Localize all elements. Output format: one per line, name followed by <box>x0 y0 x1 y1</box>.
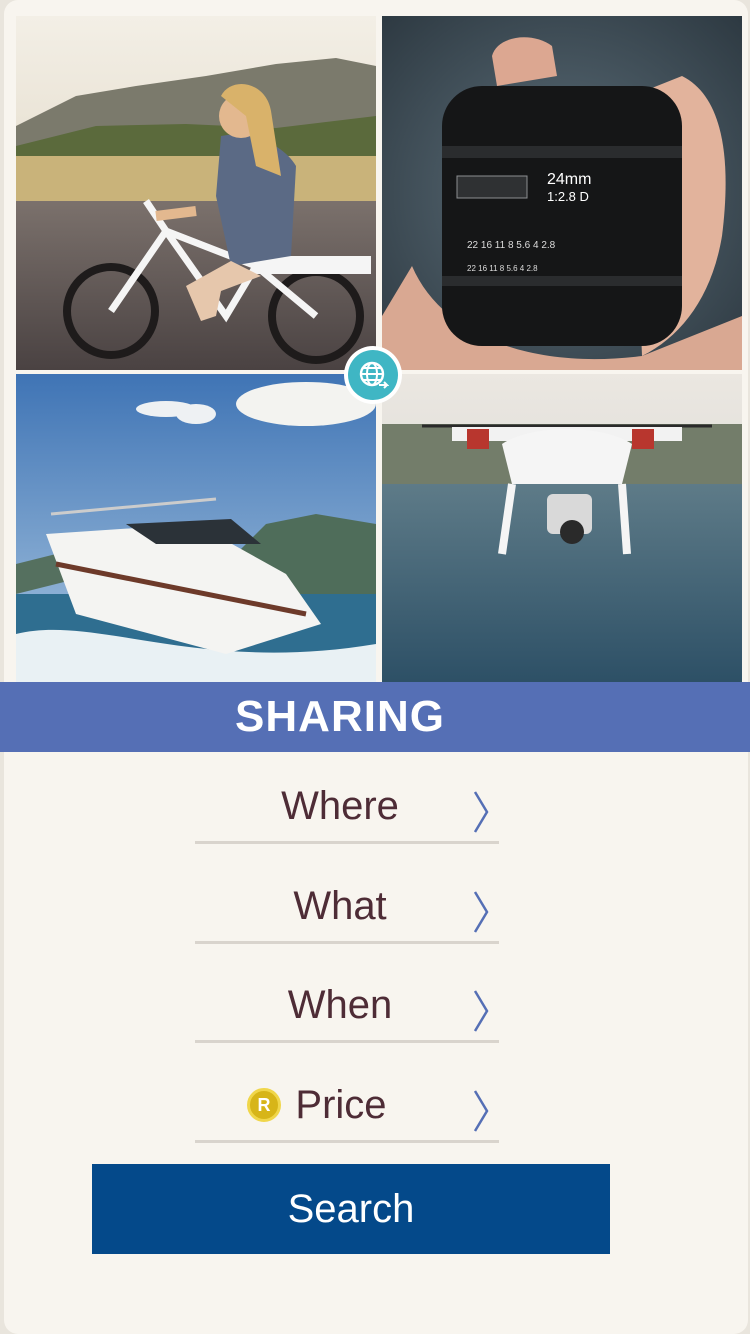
chevron-right-icon <box>473 891 489 933</box>
svg-text:22 16 11 8 5.6 4 2.8: 22 16 11 8 5.6 4 2.8 <box>467 240 556 251</box>
woman-on-electric-bike-photo <box>16 16 376 370</box>
banner-title: SHARING <box>235 692 445 741</box>
drone-over-water-photo <box>382 374 742 682</box>
price-field[interactable]: R Price <box>195 1055 499 1143</box>
search-button[interactable]: Search <box>92 1164 610 1254</box>
svg-text:22 16 11 8 5.6 4 2.8: 22 16 11 8 5.6 4 2.8 <box>467 264 538 273</box>
chevron-right-icon <box>473 990 489 1032</box>
globe-share-badge[interactable] <box>344 346 402 404</box>
globe-share-icon <box>348 350 398 400</box>
what-label: What <box>293 884 387 928</box>
what-field[interactable]: What <box>195 856 499 944</box>
where-field[interactable]: Where <box>195 756 499 844</box>
lens-focal-length-text: 24mm <box>547 171 591 188</box>
camera-lens-in-hand-photo: 24mm 1:2.8 D 22 16 11 8 5.6 4 2.8 22 16 … <box>382 16 742 370</box>
sharing-banner: SHARING <box>0 682 750 752</box>
where-label: Where <box>281 784 399 828</box>
when-field[interactable]: When <box>195 955 499 1043</box>
lens-aperture-text: 1:2.8 D <box>547 189 589 204</box>
when-label: When <box>287 983 393 1027</box>
speedboat-photo <box>16 374 376 682</box>
price-label: Price <box>295 1083 387 1127</box>
chevron-right-icon <box>473 1090 489 1132</box>
chevron-right-icon <box>473 791 489 833</box>
